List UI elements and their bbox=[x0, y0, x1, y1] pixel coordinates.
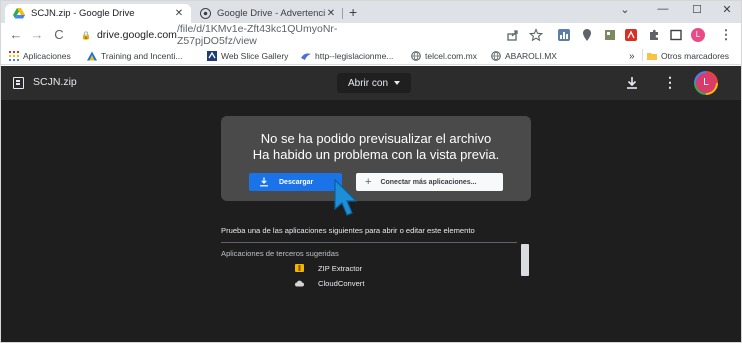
bookmark-legislacion[interactable]: http--legislacionme... bbox=[301, 49, 393, 63]
url-host: drive.google.com bbox=[96, 29, 177, 41]
bookmark-label: Aplicaciones bbox=[23, 51, 71, 61]
side-panel-icon[interactable] bbox=[669, 28, 683, 42]
viewer-header: SCJN.zip Abrir con ⋮ L bbox=[1, 66, 741, 100]
profile-avatar[interactable]: L bbox=[691, 28, 705, 42]
extension-chart-icon[interactable] bbox=[557, 28, 571, 42]
browser-window: SCJN.zip - Google Drive ✕ Google Drive -… bbox=[0, 0, 742, 343]
bookmarks-bar: Aplicaciones Training and Incenti... Web… bbox=[1, 47, 741, 65]
connect-apps-button[interactable]: + Conectar más aplicaciones... bbox=[356, 173, 503, 191]
pin-icon[interactable] bbox=[580, 28, 594, 42]
extension-tile-icon[interactable] bbox=[603, 28, 617, 42]
preview-error-dialog: No se ha podido previsualizar el archivo… bbox=[221, 116, 531, 201]
zip-extractor-icon bbox=[295, 264, 304, 272]
tab-strip: SCJN.zip - Google Drive ✕ Google Drive -… bbox=[1, 1, 741, 23]
bookmark-other-folder[interactable]: Otros marcadores bbox=[647, 49, 729, 63]
pdf-extension-icon[interactable] bbox=[624, 28, 638, 42]
open-with-label: Abrir con bbox=[347, 77, 388, 89]
download-label: Descargar bbox=[279, 178, 314, 186]
cloudconvert-icon bbox=[295, 280, 304, 286]
url-path: /file/d/1KMv1e-Zft43kc1QUmyoNr-Z57pjDO5f… bbox=[176, 23, 338, 47]
bird-icon bbox=[301, 53, 311, 60]
account-avatar[interactable]: L bbox=[694, 71, 718, 95]
folder-icon bbox=[647, 53, 657, 60]
bookmark-label: Web Slice Gallery bbox=[221, 51, 289, 61]
bookmark-abaroli[interactable]: ABAROLI.MX bbox=[491, 49, 557, 63]
bookmark-apps[interactable]: Aplicaciones bbox=[9, 49, 71, 63]
third-party-apps-list: Aplicaciones de terceros sugeridas ZIP E… bbox=[221, 242, 533, 296]
third-party-title: Aplicaciones de terceros sugeridas bbox=[221, 249, 339, 258]
reload-icon[interactable]: C bbox=[52, 27, 66, 43]
chevron-down-icon bbox=[394, 81, 400, 85]
tab-title: Google Drive - Advertencia de a bbox=[217, 8, 325, 19]
download-button[interactable]: Descargar bbox=[249, 173, 342, 191]
bookmark-training[interactable]: Training and Incenti... bbox=[87, 49, 182, 63]
avatar-initial: L bbox=[696, 73, 716, 93]
forward-icon[interactable]: → bbox=[30, 27, 44, 43]
address-bar[interactable]: 🔒 drive.google.com /file/d/1KMv1e-Zft43k… bbox=[81, 23, 405, 47]
triangle-logo-icon bbox=[87, 51, 97, 61]
drive-preview-viewer: SCJN.zip Abrir con ⋮ L No se ha podido p… bbox=[1, 66, 741, 342]
globe-icon bbox=[491, 51, 501, 61]
tab-google-drive[interactable]: SCJN.zip - Google Drive ✕ bbox=[5, 4, 191, 23]
suggest-apps-text: Prueba una de las aplicaciones siguiente… bbox=[221, 226, 475, 235]
plus-icon: + bbox=[365, 176, 372, 188]
bookmarks-divider bbox=[642, 49, 643, 61]
download-icon[interactable] bbox=[624, 75, 640, 91]
bookmark-label: Training and Incenti... bbox=[101, 51, 183, 61]
file-archive-icon bbox=[13, 77, 24, 89]
share-icon[interactable] bbox=[506, 28, 520, 42]
connect-apps-label: Conectar más aplicaciones... bbox=[380, 178, 477, 186]
maximize-button[interactable]: ☐ bbox=[687, 3, 707, 16]
bookmark-label: telcel.com.mx bbox=[425, 51, 477, 61]
open-with-button[interactable]: Abrir con bbox=[337, 73, 411, 93]
chrome-icon bbox=[199, 8, 211, 20]
error-title: No se ha podido previsualizar el archivo bbox=[260, 131, 492, 146]
bookmark-label: ABAROLI.MX bbox=[505, 51, 557, 61]
apps-grid-icon bbox=[9, 51, 19, 61]
back-icon[interactable]: ← bbox=[9, 27, 23, 43]
bookmark-label: http--legislacionme... bbox=[315, 51, 394, 61]
more-options-icon[interactable]: ⋮ bbox=[663, 75, 677, 91]
address-toolbar: ← → C 🔒 drive.google.com /file/d/1KMv1e-… bbox=[1, 23, 741, 47]
close-window-button[interactable]: ✕ bbox=[717, 3, 737, 16]
app-name: ZIP Extractor bbox=[318, 263, 363, 273]
tab-search-icon[interactable]: ⌄ bbox=[615, 3, 635, 16]
file-name: SCJN.zip bbox=[33, 76, 77, 88]
app-item-zip-extractor[interactable]: ZIP Extractor bbox=[295, 262, 362, 274]
app-name: CloudConvert bbox=[318, 278, 365, 288]
tab-advertencia[interactable]: Google Drive - Advertencia de a ✕ bbox=[191, 4, 343, 23]
error-subtitle: Ha habido un problema con la vista previ… bbox=[252, 147, 500, 162]
list-scrollbar[interactable] bbox=[521, 244, 529, 276]
bookmark-web-slice[interactable]: Web Slice Gallery bbox=[207, 49, 288, 63]
new-tab-button[interactable]: + bbox=[349, 4, 357, 20]
google-drive-icon bbox=[13, 8, 25, 20]
divider bbox=[221, 242, 517, 243]
tab-title: SCJN.zip - Google Drive bbox=[31, 8, 135, 19]
bookmark-telcel[interactable]: telcel.com.mx bbox=[411, 49, 477, 63]
download-icon bbox=[260, 177, 268, 187]
tab-close-icon[interactable]: ✕ bbox=[325, 8, 337, 19]
extensions-puzzle-icon[interactable] bbox=[647, 28, 661, 42]
bookmark-label: Otros marcadores bbox=[661, 51, 730, 61]
bookmarks-overflow-button[interactable]: » bbox=[629, 49, 635, 63]
globe-icon bbox=[411, 51, 421, 61]
app-item-cloudconvert[interactable]: CloudConvert bbox=[295, 277, 364, 289]
mouse-cursor-icon bbox=[334, 178, 358, 216]
bookmark-star-icon[interactable] bbox=[529, 28, 543, 42]
lock-icon: 🔒 bbox=[81, 30, 91, 40]
web-slice-icon bbox=[207, 51, 217, 61]
tab-close-icon[interactable]: ✕ bbox=[173, 8, 185, 19]
browser-menu-icon[interactable]: ⋮ bbox=[719, 27, 733, 43]
minimize-button[interactable]: — bbox=[653, 3, 673, 15]
